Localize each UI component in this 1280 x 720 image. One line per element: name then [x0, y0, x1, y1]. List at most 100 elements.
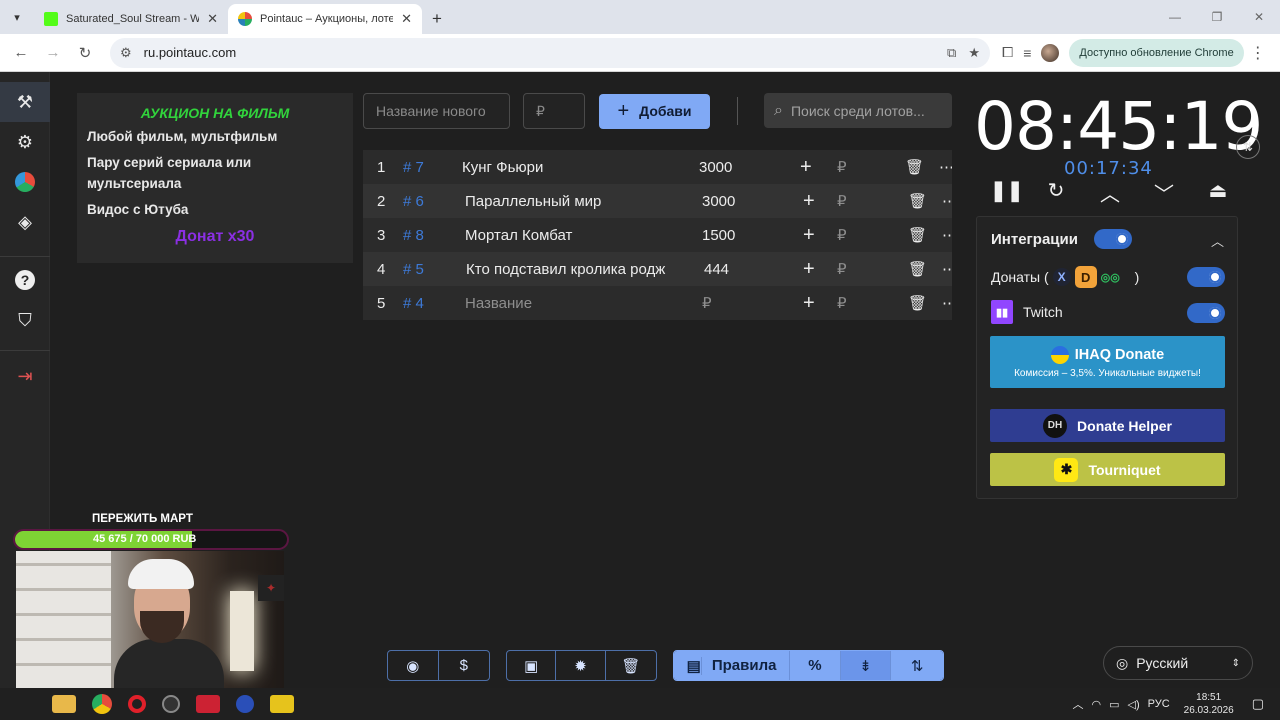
ihaq-donate-button[interactable]: IHAQ Donate Комиссия – 3,5%. Уникальные …: [990, 336, 1225, 388]
lot-more-icon[interactable]: ⋯: [942, 192, 952, 210]
lot-id[interactable]: # 7: [403, 159, 424, 176]
lot-name[interactable]: Кто подставил кролика родж: [466, 261, 666, 278]
github-icon[interactable]: ◉: [388, 651, 439, 680]
add-amount-icon[interactable]: +: [803, 258, 815, 281]
delete-lot-icon[interactable]: 🗑: [908, 260, 927, 278]
integrations-toggle[interactable]: [1094, 229, 1132, 249]
lot-quick-amount[interactable]: ₽: [837, 260, 847, 278]
pause-icon[interactable]: ❚❚: [990, 178, 1024, 207]
bookmark-star-icon[interactable]: ★: [968, 45, 980, 61]
lot-amount[interactable]: ₽: [702, 294, 712, 312]
bug-report-icon[interactable]: ✹: [556, 651, 606, 680]
extensions-icon[interactable]: ⧠: [1002, 44, 1013, 61]
add-amount-icon[interactable]: +: [803, 292, 815, 315]
save-icon[interactable]: ▣: [507, 651, 557, 680]
tab-saturated-soul[interactable]: Saturated_Soul Stream - Watch ✕: [34, 4, 228, 34]
delete-lot-icon[interactable]: 🗑: [905, 158, 924, 176]
add-amount-icon[interactable]: +: [800, 156, 812, 179]
lot-name[interactable]: Название: [465, 295, 665, 312]
add-amount-icon[interactable]: +: [803, 224, 815, 247]
lot-more-icon[interactable]: ⋯: [939, 158, 952, 176]
compact-view-icon[interactable]: ⇟: [840, 651, 892, 680]
lot-quick-amount[interactable]: ₽: [837, 158, 847, 176]
layers-icon[interactable]: ◈: [0, 202, 50, 242]
translate-icon[interactable]: ⧉: [947, 45, 956, 61]
lot-quick-amount[interactable]: ₽: [837, 226, 847, 244]
add-lot-button[interactable]: + Добави: [599, 93, 710, 129]
lot-amount[interactable]: 1500: [702, 227, 735, 244]
wheel-pie-icon[interactable]: [0, 162, 50, 202]
battery-icon[interactable]: ▭: [1109, 698, 1119, 711]
close-tab-icon[interactable]: ✕: [401, 11, 412, 27]
twitch-toggle[interactable]: [1187, 303, 1225, 323]
tourniquet-button[interactable]: ✱ Tourniquet: [990, 453, 1225, 486]
delete-lot-icon[interactable]: 🗑: [908, 226, 927, 244]
lot-amount[interactable]: 3000: [699, 159, 732, 176]
opera-icon[interactable]: [128, 695, 146, 713]
help-icon[interactable]: ?: [0, 260, 50, 300]
time-increase-icon[interactable]: ︿: [1098, 178, 1122, 207]
site-info-icon[interactable]: ⚙: [120, 45, 132, 61]
new-lot-amount-input[interactable]: ₽: [523, 93, 585, 129]
delete-lot-icon[interactable]: 🗑: [908, 294, 927, 312]
obs-icon[interactable]: [162, 695, 180, 713]
clear-lots-icon[interactable]: 🗑: [606, 651, 656, 680]
reload-icon[interactable]: ↻: [72, 40, 98, 66]
lot-id[interactable]: # 4: [403, 295, 424, 312]
lot-amount[interactable]: 3000: [702, 193, 735, 210]
delete-lot-icon[interactable]: 🗑: [908, 192, 927, 210]
wifi-icon[interactable]: ◠: [1091, 698, 1101, 711]
minimize-icon[interactable]: —: [1154, 0, 1196, 34]
reset-icon[interactable]: ↻: [1044, 178, 1068, 207]
lot-more-icon[interactable]: ⋯: [942, 294, 952, 312]
percent-toggle-icon[interactable]: %: [790, 651, 841, 680]
media-controls-icon[interactable]: ≡: [1023, 45, 1031, 61]
new-lot-name-input[interactable]: Название нового: [363, 93, 510, 129]
chrome-menu-icon[interactable]: ⋮: [1250, 43, 1266, 63]
settings-gear-icon[interactable]: ⚙: [0, 122, 50, 162]
lot-more-icon[interactable]: ⋯: [942, 260, 952, 278]
address-bar[interactable]: ⚙ ru.pointauc.com ⧉ ★: [110, 37, 990, 68]
donations-toggle[interactable]: [1187, 267, 1225, 287]
donate-dollar-icon[interactable]: $: [439, 651, 490, 680]
lot-quick-amount[interactable]: ₽: [837, 192, 847, 210]
time-decrease-icon[interactable]: ﹀: [1152, 178, 1176, 207]
lot-search-input[interactable]: ⌕ Поиск среди лотов...: [764, 93, 952, 128]
lot-name[interactable]: Мортал Комбат: [465, 227, 665, 244]
lot-id[interactable]: # 5: [403, 261, 424, 278]
language-select[interactable]: ◎ Русский ⇕: [1103, 646, 1253, 680]
new-tab-button[interactable]: +: [422, 4, 452, 34]
profile-avatar[interactable]: [1041, 43, 1060, 62]
swap-timer-icon[interactable]: ⇅: [1236, 135, 1260, 159]
lot-more-icon[interactable]: ⋯: [942, 226, 952, 244]
sort-icon[interactable]: ⇅: [891, 651, 943, 680]
close-window-icon[interactable]: ✕: [1238, 0, 1280, 34]
app-icon[interactable]: [236, 695, 254, 713]
chrome-icon[interactable]: [92, 694, 112, 714]
lot-amount[interactable]: 444: [704, 261, 729, 278]
rules-toggle-button[interactable]: ▤ Правила: [674, 651, 791, 680]
lot-name[interactable]: Кунг Фьюри: [462, 159, 662, 176]
system-clock[interactable]: 18:51 26.03.2026: [1184, 691, 1234, 717]
forward-icon[interactable]: →: [40, 40, 66, 66]
lot-name[interactable]: Параллельный мир: [465, 193, 665, 210]
logout-icon[interactable]: ⇥: [0, 356, 50, 396]
lock-app-icon[interactable]: [270, 695, 294, 713]
lot-id[interactable]: # 8: [403, 227, 424, 244]
tab-pointauc[interactable]: Pointauc – Аукционы, лотереи ✕: [228, 4, 422, 34]
tab-search-icon[interactable]: ▾: [0, 0, 34, 34]
explorer-icon[interactable]: [52, 695, 76, 713]
collapse-icon[interactable]: ︿: [1211, 231, 1224, 250]
lot-id[interactable]: # 6: [403, 193, 424, 210]
shield-check-icon[interactable]: ⛉: [0, 300, 50, 340]
back-icon[interactable]: ←: [8, 40, 34, 66]
lot-quick-amount[interactable]: ₽: [837, 294, 847, 312]
add-amount-icon[interactable]: +: [803, 190, 815, 213]
tray-overflow-icon[interactable]: ︿: [1072, 696, 1083, 712]
input-language[interactable]: РУС: [1148, 698, 1170, 710]
donate-helper-button[interactable]: DH Donate Helper: [990, 409, 1225, 442]
close-tab-icon[interactable]: ✕: [207, 11, 218, 27]
notifications-icon[interactable]: ▢: [1252, 696, 1264, 712]
auction-hammer-icon[interactable]: ⚒: [0, 82, 50, 122]
maximize-icon[interactable]: ❐: [1196, 0, 1238, 34]
